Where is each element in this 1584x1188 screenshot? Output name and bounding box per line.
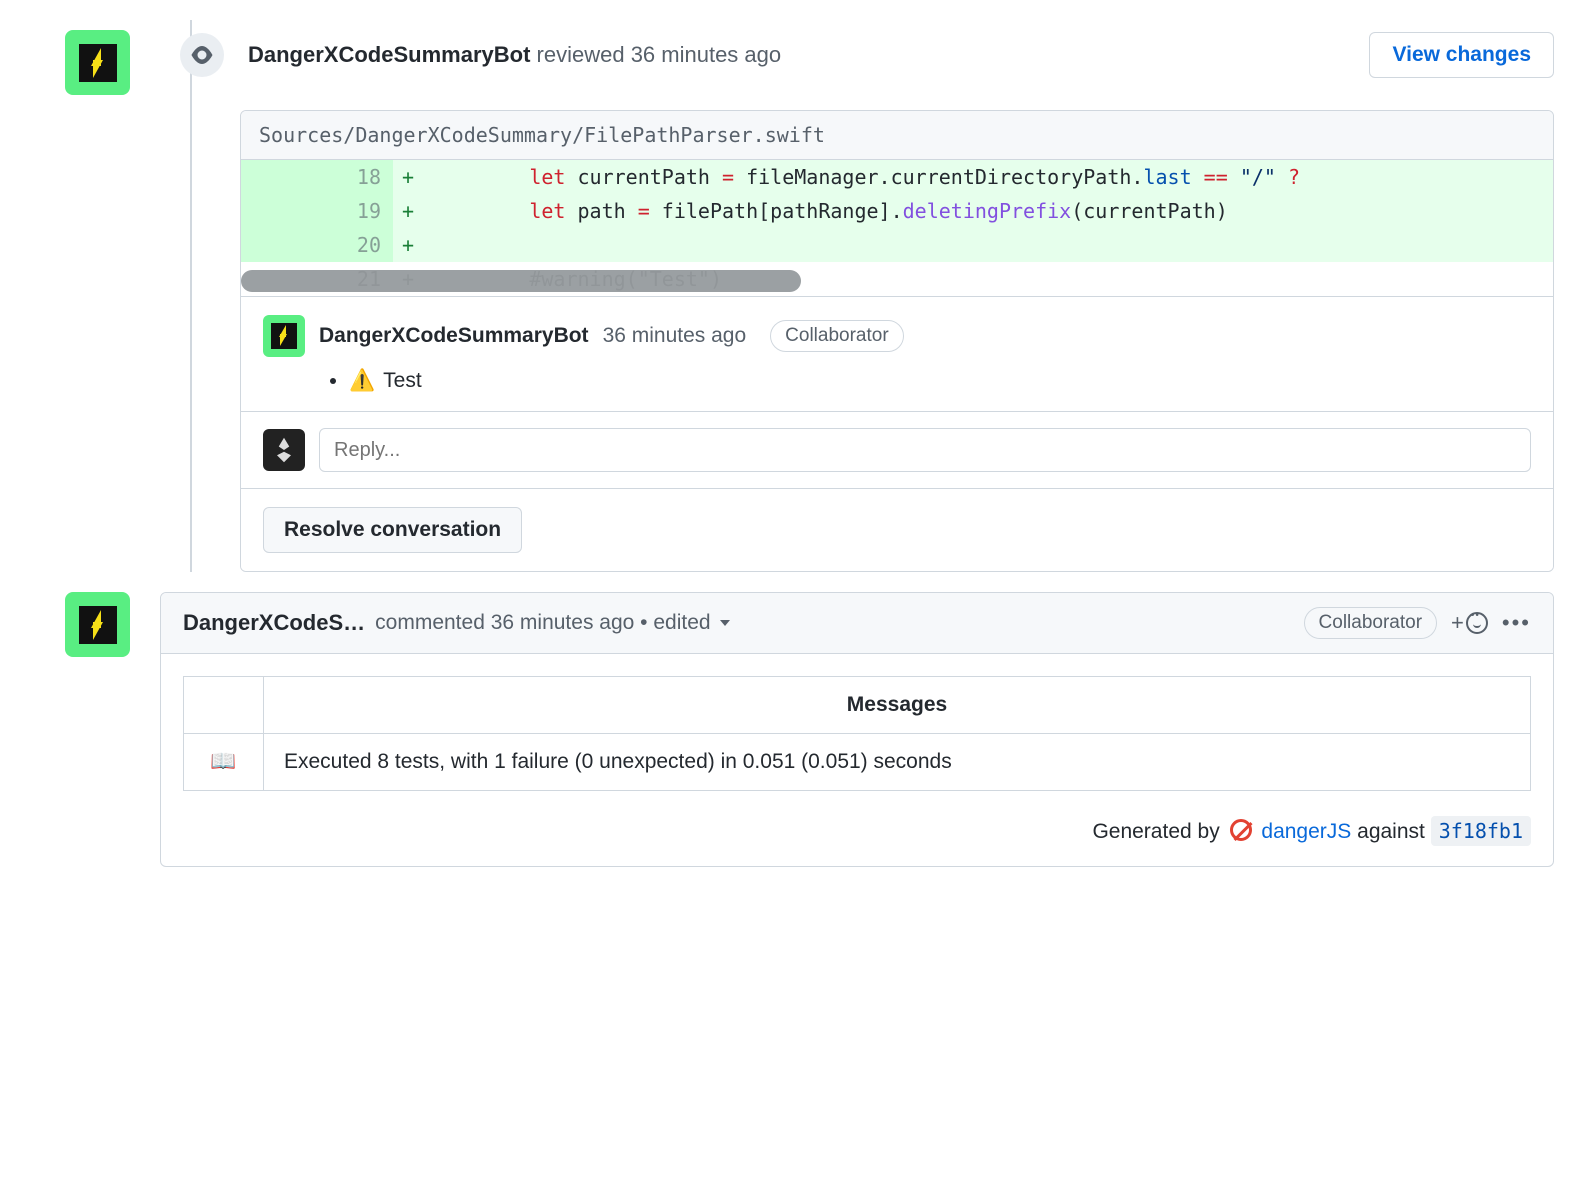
message-text: Executed 8 tests, with 1 failure (0 unex… <box>264 734 1531 791</box>
bolt-icon <box>79 44 117 82</box>
bolt-icon <box>79 606 117 644</box>
collaborator-badge: Collaborator <box>770 320 904 352</box>
collaborator-badge: Collaborator <box>1304 607 1438 639</box>
book-icon: 📖 <box>184 734 264 791</box>
messages-header: Messages <box>264 677 1531 734</box>
smiley-icon <box>1466 612 1488 634</box>
messages-icon-header <box>184 677 264 734</box>
view-changes-button[interactable]: View changes <box>1369 32 1554 78</box>
commenter-avatar[interactable] <box>263 315 305 357</box>
table-row: 📖 Executed 8 tests, with 1 failure (0 un… <box>184 734 1531 791</box>
dangerjs-link[interactable]: dangerJS <box>1261 820 1351 843</box>
resolve-conversation-button[interactable]: Resolve conversation <box>263 507 522 553</box>
edited-dropdown-icon[interactable] <box>720 620 730 626</box>
comment-author[interactable]: DangerXCodeS… <box>183 610 365 636</box>
review-icon <box>180 33 224 77</box>
no-entry-icon <box>1230 819 1252 841</box>
bot-avatar[interactable] <box>65 592 130 657</box>
review-author[interactable]: DangerXCodeSummaryBot <box>248 42 530 67</box>
warning-icon: ⚠️ <box>349 369 375 393</box>
comment-time[interactable]: 36 minutes ago <box>603 324 747 348</box>
user-avatar[interactable] <box>263 429 305 471</box>
comment-author[interactable]: DangerXCodeSummaryBot <box>319 324 589 348</box>
file-path[interactable]: Sources/DangerXCodeSummary/FilePathParse… <box>241 111 1553 160</box>
reply-input[interactable] <box>319 428 1531 472</box>
horizontal-scrollbar[interactable] <box>241 270 801 292</box>
messages-table: Messages 📖 Executed 8 tests, with 1 fail… <box>183 676 1531 791</box>
review-summary: DangerXCodeSummaryBot reviewed 36 minute… <box>248 42 781 68</box>
comment-menu-button[interactable]: ••• <box>1502 610 1531 636</box>
bot-avatar[interactable] <box>65 30 130 95</box>
comment-meta: commented 36 minutes ago • edited <box>375 611 730 635</box>
add-reaction-button[interactable]: + <box>1451 610 1488 636</box>
commit-sha[interactable]: 3f18fb1 <box>1431 816 1531 846</box>
generated-by: Generated by dangerJS against 3f18fb1 <box>183 819 1531 844</box>
warning-item: ⚠️Test <box>349 369 1531 393</box>
bolt-icon <box>271 323 297 349</box>
